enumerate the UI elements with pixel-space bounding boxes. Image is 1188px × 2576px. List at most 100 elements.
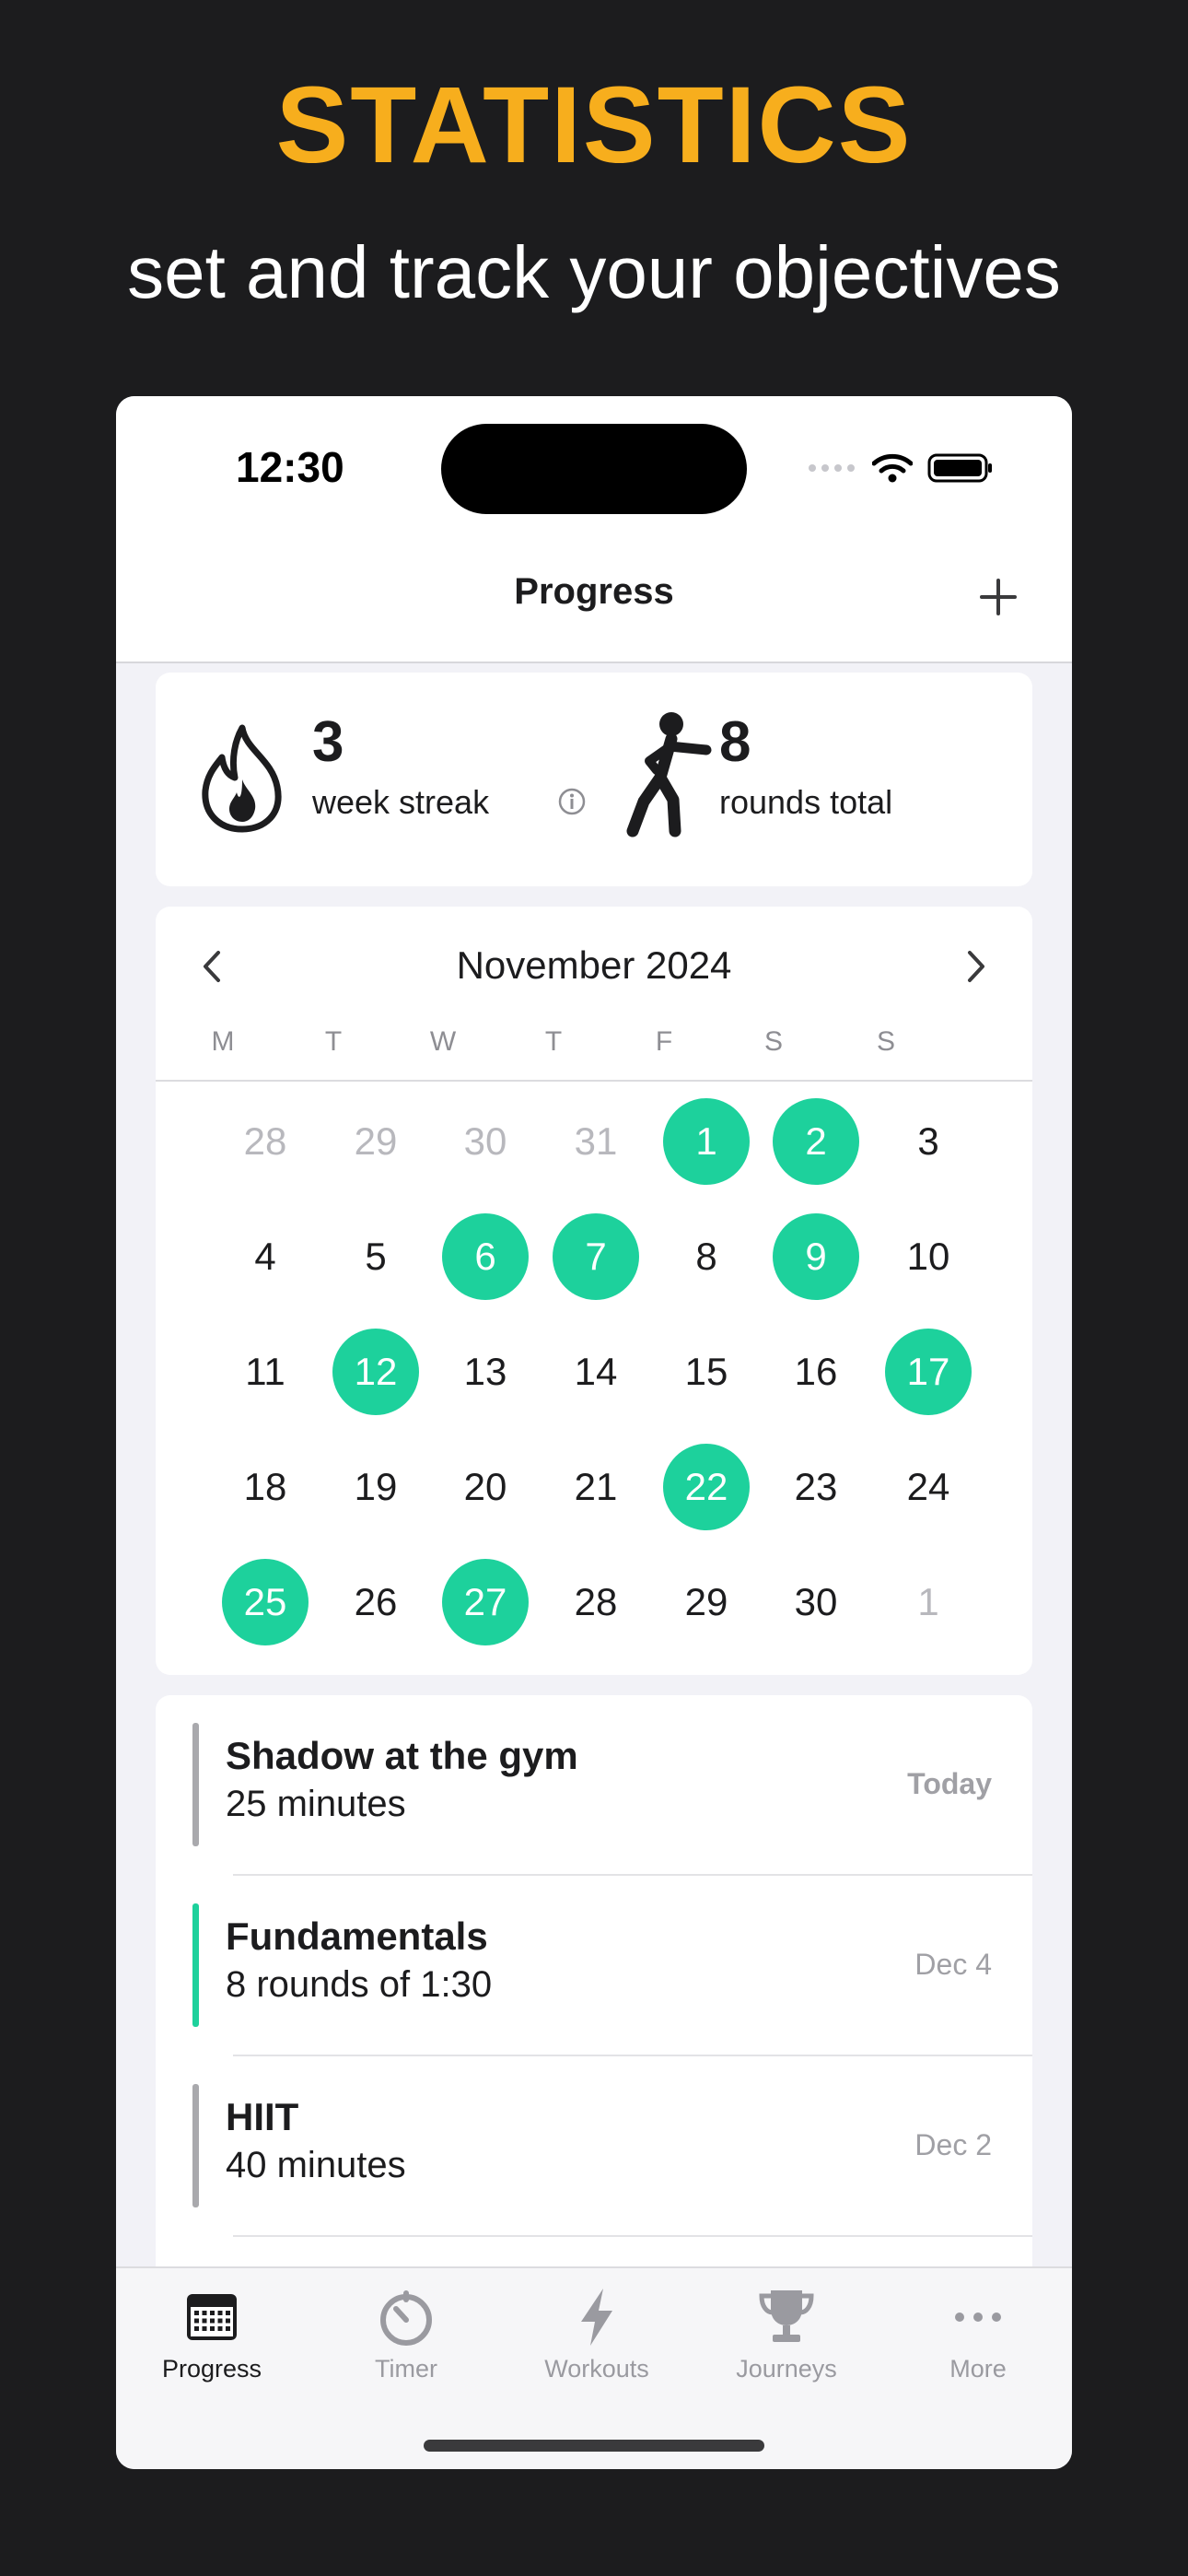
more-icon	[955, 2313, 1001, 2322]
streak-stat: 3 week streak	[198, 709, 587, 848]
calendar-day[interactable]: 26	[332, 1559, 419, 1645]
workout-type-bar	[192, 2084, 199, 2207]
tab-more[interactable]: More	[886, 2285, 1070, 2395]
calendar-day-completed[interactable]: 27	[442, 1559, 529, 1645]
calendar-day-completed[interactable]: 25	[222, 1559, 309, 1645]
workout-type-bar	[192, 1903, 199, 2027]
calendar-day[interactable]: 19	[332, 1444, 419, 1530]
streak-value: 3	[312, 710, 344, 774]
stats-card: 3 week streak 8 rounds total	[156, 673, 1032, 886]
calendar-day-completed[interactable]: 12	[332, 1329, 419, 1415]
tab-label: More	[949, 2355, 1007, 2383]
calendar-day[interactable]: 15	[663, 1329, 750, 1415]
weekday-label: S	[763, 1026, 783, 1057]
calendar-day[interactable]: 28	[222, 1098, 309, 1185]
battery-icon	[927, 453, 992, 483]
workout-title: HIIT	[226, 2095, 299, 2138]
calendar-day[interactable]: 1	[885, 1559, 972, 1645]
promo-headline: STATISTICS	[275, 64, 913, 186]
home-indicator	[424, 2440, 764, 2452]
wifi-icon	[872, 453, 913, 483]
calendar-divider	[156, 1080, 1032, 1082]
calendar-day-completed[interactable]: 22	[663, 1444, 750, 1530]
tab-journeys[interactable]: Journeys	[694, 2285, 879, 2395]
weekday-label: S	[876, 1026, 895, 1057]
page-title: Progress	[514, 571, 674, 612]
calendar-day[interactable]: 11	[222, 1329, 309, 1415]
calendar-day[interactable]: 23	[773, 1444, 859, 1530]
tab-label: Timer	[375, 2355, 437, 2383]
calendar-day-completed[interactable]: 2	[773, 1098, 859, 1185]
tab-label: Progress	[161, 2355, 262, 2383]
bolt-icon	[581, 2289, 612, 2346]
tab-label: Workouts	[544, 2355, 649, 2383]
workout-title: Fundamentals	[226, 1914, 488, 1958]
workout-subtitle: 25 minutes	[226, 1784, 406, 1824]
add-button[interactable]	[971, 569, 1026, 625]
calendar-day-completed[interactable]: 6	[442, 1213, 529, 1300]
flame-icon	[202, 724, 282, 833]
calendar-day[interactable]: 31	[553, 1098, 639, 1185]
next-month-button[interactable]	[951, 943, 997, 989]
rounds-value: 8	[719, 710, 751, 774]
calendar-day[interactable]: 3	[885, 1098, 972, 1185]
calendar-day-completed[interactable]: 7	[553, 1213, 639, 1300]
calendar-day[interactable]: 29	[663, 1559, 750, 1645]
weekday-label: T	[324, 1026, 343, 1057]
weekday-label: F	[655, 1026, 673, 1057]
calendar-day-completed[interactable]: 17	[885, 1329, 972, 1415]
phone-screen: 12:30 Progress 3 week streak 8 rounds to…	[116, 396, 1072, 2469]
workout-row[interactable]: Shadow at the gym 25 minutes Today	[156, 1695, 1032, 1876]
tab-workouts[interactable]: Workouts	[505, 2285, 689, 2395]
tab-label: Journeys	[736, 2355, 837, 2383]
boxer-icon	[626, 712, 712, 837]
workout-title: Shadow at the gym	[226, 1734, 578, 1777]
workout-subtitle: 40 minutes	[226, 2145, 406, 2185]
calendar-day[interactable]: 29	[332, 1098, 419, 1185]
calendar-day[interactable]: 20	[442, 1444, 529, 1530]
calendar-card: November 2024 MTWTFSS 28 29 30 31 1 2 3 4 5 6 7 8 9 1…	[156, 907, 1032, 1675]
workout-row[interactable]: Fundamentals 8 rounds of 1:30 Dec 4	[156, 1876, 1032, 2056]
workout-subtitle: 8 rounds of 1:30	[226, 1964, 493, 2005]
weekday-header: MTWTFSS	[156, 1026, 1032, 1063]
info-icon[interactable]	[557, 787, 587, 816]
month-label: November 2024	[456, 943, 732, 987]
calendar-day-completed[interactable]: 9	[773, 1213, 859, 1300]
calendar-day[interactable]: 10	[885, 1213, 972, 1300]
calendar-day[interactable]: 5	[332, 1213, 419, 1300]
workout-date: Today	[907, 1767, 992, 1800]
rounds-stat: 8 rounds total	[616, 709, 1003, 848]
dynamic-island	[441, 424, 747, 514]
calendar-day[interactable]: 30	[442, 1098, 529, 1185]
calendar-day-completed[interactable]: 1	[663, 1098, 750, 1185]
status-time: 12:30	[236, 443, 344, 491]
calendar-day[interactable]: 21	[553, 1444, 639, 1530]
workout-type-bar	[192, 1723, 199, 1846]
calendar-day[interactable]: 8	[663, 1213, 750, 1300]
calendar-day[interactable]: 24	[885, 1444, 972, 1530]
nav-bar: Progress	[116, 534, 1072, 663]
workout-date: Dec 2	[914, 2128, 992, 2161]
workout-row[interactable]: HIIT 40 minutes Dec 2	[156, 2056, 1032, 2237]
calendar-day[interactable]: 14	[553, 1329, 639, 1415]
status-icons	[808, 450, 994, 486]
tab-bar: Progress Timer Workouts Journeys More	[116, 2266, 1072, 2469]
workout-date: Dec 4	[914, 1948, 992, 1981]
rounds-label: rounds total	[719, 783, 893, 821]
calendar-day[interactable]: 13	[442, 1329, 529, 1415]
calendar-day[interactable]: 18	[222, 1444, 309, 1530]
tab-progress[interactable]: Progress	[120, 2285, 304, 2395]
trophy-icon	[759, 2290, 814, 2342]
calendar-day[interactable]: 28	[553, 1559, 639, 1645]
signal-icon	[809, 464, 855, 472]
calendar-day[interactable]: 4	[222, 1213, 309, 1300]
timer-icon	[380, 2290, 432, 2346]
weekday-label: W	[429, 1026, 457, 1057]
calendar-icon	[187, 2294, 237, 2340]
tab-timer[interactable]: Timer	[314, 2285, 498, 2395]
status-bar: 12:30	[116, 396, 1072, 534]
calendar-day[interactable]: 16	[773, 1329, 859, 1415]
promo-subhead: set and track your objectives	[127, 231, 1061, 313]
calendar-day[interactable]: 30	[773, 1559, 859, 1645]
weekday-label: M	[211, 1026, 235, 1057]
